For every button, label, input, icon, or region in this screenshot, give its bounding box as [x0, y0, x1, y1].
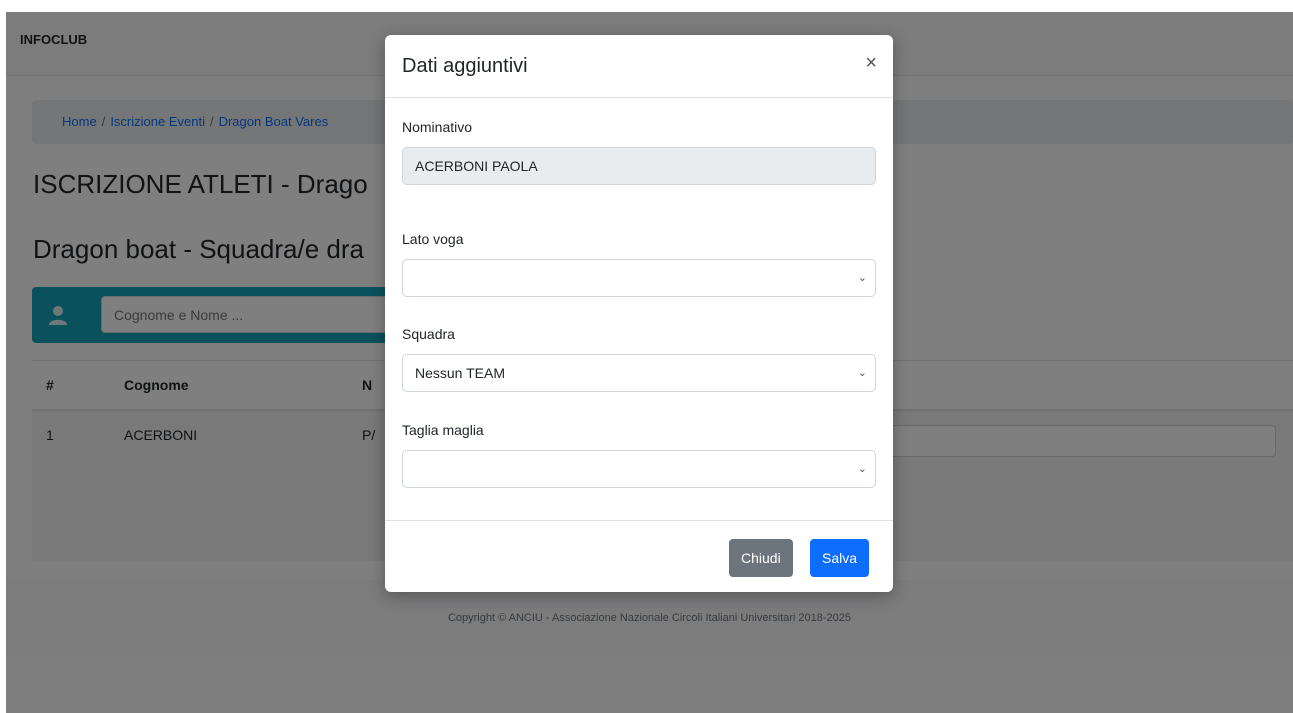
- close-icon[interactable]: ×: [865, 53, 877, 73]
- modal-footer: Chiudi Salva: [385, 520, 893, 592]
- app-root: INFOCLUB Home/Iscrizione Eventi/Dragon B…: [6, 12, 1293, 713]
- chevron-down-icon: ⌄: [857, 272, 867, 284]
- modal-header: Dati aggiuntivi ×: [385, 35, 893, 98]
- squadra-value: Nessun TEAM: [415, 365, 505, 381]
- squadra-select[interactable]: Nessun TEAM ⌄: [402, 354, 876, 392]
- modal-title: Dati aggiuntivi: [402, 55, 528, 77]
- taglia-maglia-select[interactable]: ⌄: [402, 450, 876, 488]
- nominativo-field: ACERBONI PAOLA: [402, 147, 876, 185]
- modal-body: Nominativo ACERBONI PAOLA Lato voga ⌄ Sq…: [385, 98, 893, 520]
- taglia-maglia-label: Taglia maglia: [402, 422, 484, 438]
- lato-voga-select[interactable]: ⌄: [402, 259, 876, 297]
- save-button[interactable]: Salva: [810, 539, 870, 577]
- nominativo-label: Nominativo: [402, 119, 473, 135]
- chevron-down-icon: ⌄: [857, 463, 867, 475]
- nominativo-value: ACERBONI PAOLA: [415, 158, 538, 174]
- close-button[interactable]: Chiudi: [729, 539, 793, 577]
- additional-data-modal: Dati aggiuntivi × Nominativo ACERBONI PA…: [385, 35, 893, 592]
- lato-voga-label: Lato voga: [402, 231, 464, 247]
- squadra-label: Squadra: [402, 326, 455, 342]
- chevron-down-icon: ⌄: [857, 367, 867, 379]
